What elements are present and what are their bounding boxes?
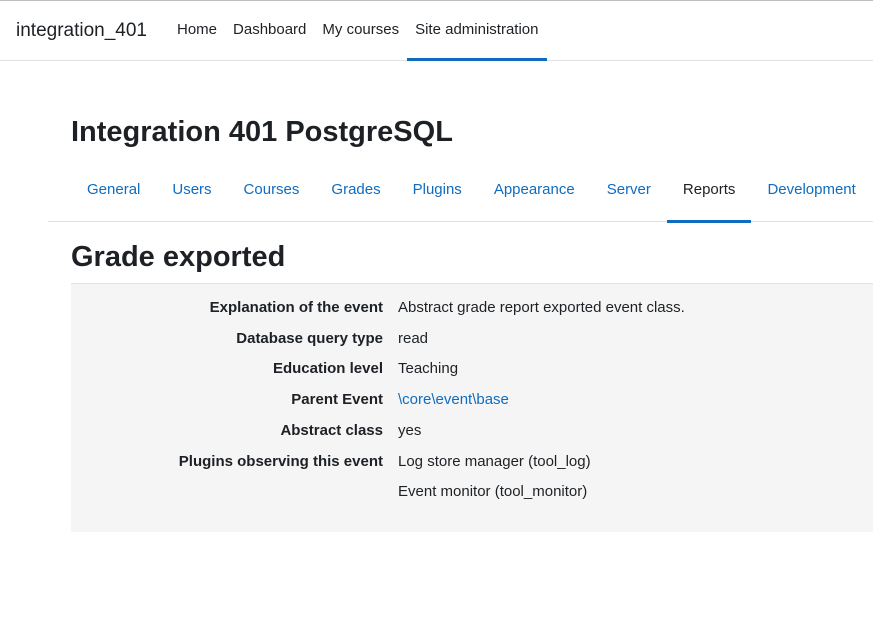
detail-row-explanation: Explanation of the event Abstract grade … [71, 298, 873, 329]
tab-plugins[interactable]: Plugins [397, 166, 478, 222]
detail-label: Plugins observing this event [178, 453, 383, 470]
parent-event-link[interactable]: \core\event\base [398, 391, 509, 408]
event-heading: Grade exported [71, 241, 286, 273]
nav-site-administration[interactable]: Site administration [407, 0, 547, 61]
detail-value: \core\event\base [398, 390, 509, 410]
detail-row-query-type: Database query type read [71, 329, 873, 360]
site-name[interactable]: integration_401 [16, 19, 147, 43]
detail-label: Explanation of the event [209, 299, 383, 316]
detail-row-abstract-class: Abstract class yes [71, 421, 873, 452]
nav-my-courses[interactable]: My courses [314, 0, 407, 60]
detail-label: Education level [272, 360, 383, 377]
top-navbar: integration_401 Home Dashboard My course… [0, 0, 873, 61]
tab-grades[interactable]: Grades [315, 166, 396, 222]
event-details: Explanation of the event Abstract grade … [71, 283, 873, 532]
tab-appearance[interactable]: Appearance [478, 166, 591, 222]
detail-value: Event monitor (tool_monitor) [398, 483, 588, 500]
tab-general[interactable]: General [71, 166, 156, 222]
page-title: Integration 401 PostgreSQL [71, 116, 453, 148]
tab-reports[interactable]: Reports [666, 166, 752, 223]
detail-label: Abstract class [280, 422, 383, 439]
detail-value: yes [398, 422, 422, 439]
tab-server[interactable]: Server [591, 166, 667, 222]
detail-label: Database query type [236, 330, 383, 347]
nav-dashboard[interactable]: Dashboard [225, 0, 314, 60]
detail-value: Log store manager (tool_log) [398, 453, 591, 470]
detail-row-parent-event: Parent Event \core\event\base [71, 390, 873, 421]
detail-row-observers: Plugins observing this event Log store m… [71, 452, 873, 483]
tab-users[interactable]: Users [156, 166, 227, 222]
detail-label: Parent Event [291, 391, 383, 408]
tab-courses[interactable]: Courses [228, 166, 316, 222]
detail-value: read [398, 330, 429, 347]
tab-development[interactable]: Development [751, 166, 871, 222]
primary-navigation: Home Dashboard My courses Site administr… [169, 0, 547, 61]
secondary-navigation: General Users Courses Grades Plugins App… [48, 166, 873, 223]
detail-row-observers-cont: Event monitor (tool_monitor) [71, 482, 873, 513]
nav-home[interactable]: Home [169, 0, 225, 60]
detail-row-education-level: Education level Teaching [71, 359, 873, 390]
detail-value: Abstract grade report exported event cla… [398, 299, 685, 316]
detail-value: Teaching [398, 360, 459, 377]
